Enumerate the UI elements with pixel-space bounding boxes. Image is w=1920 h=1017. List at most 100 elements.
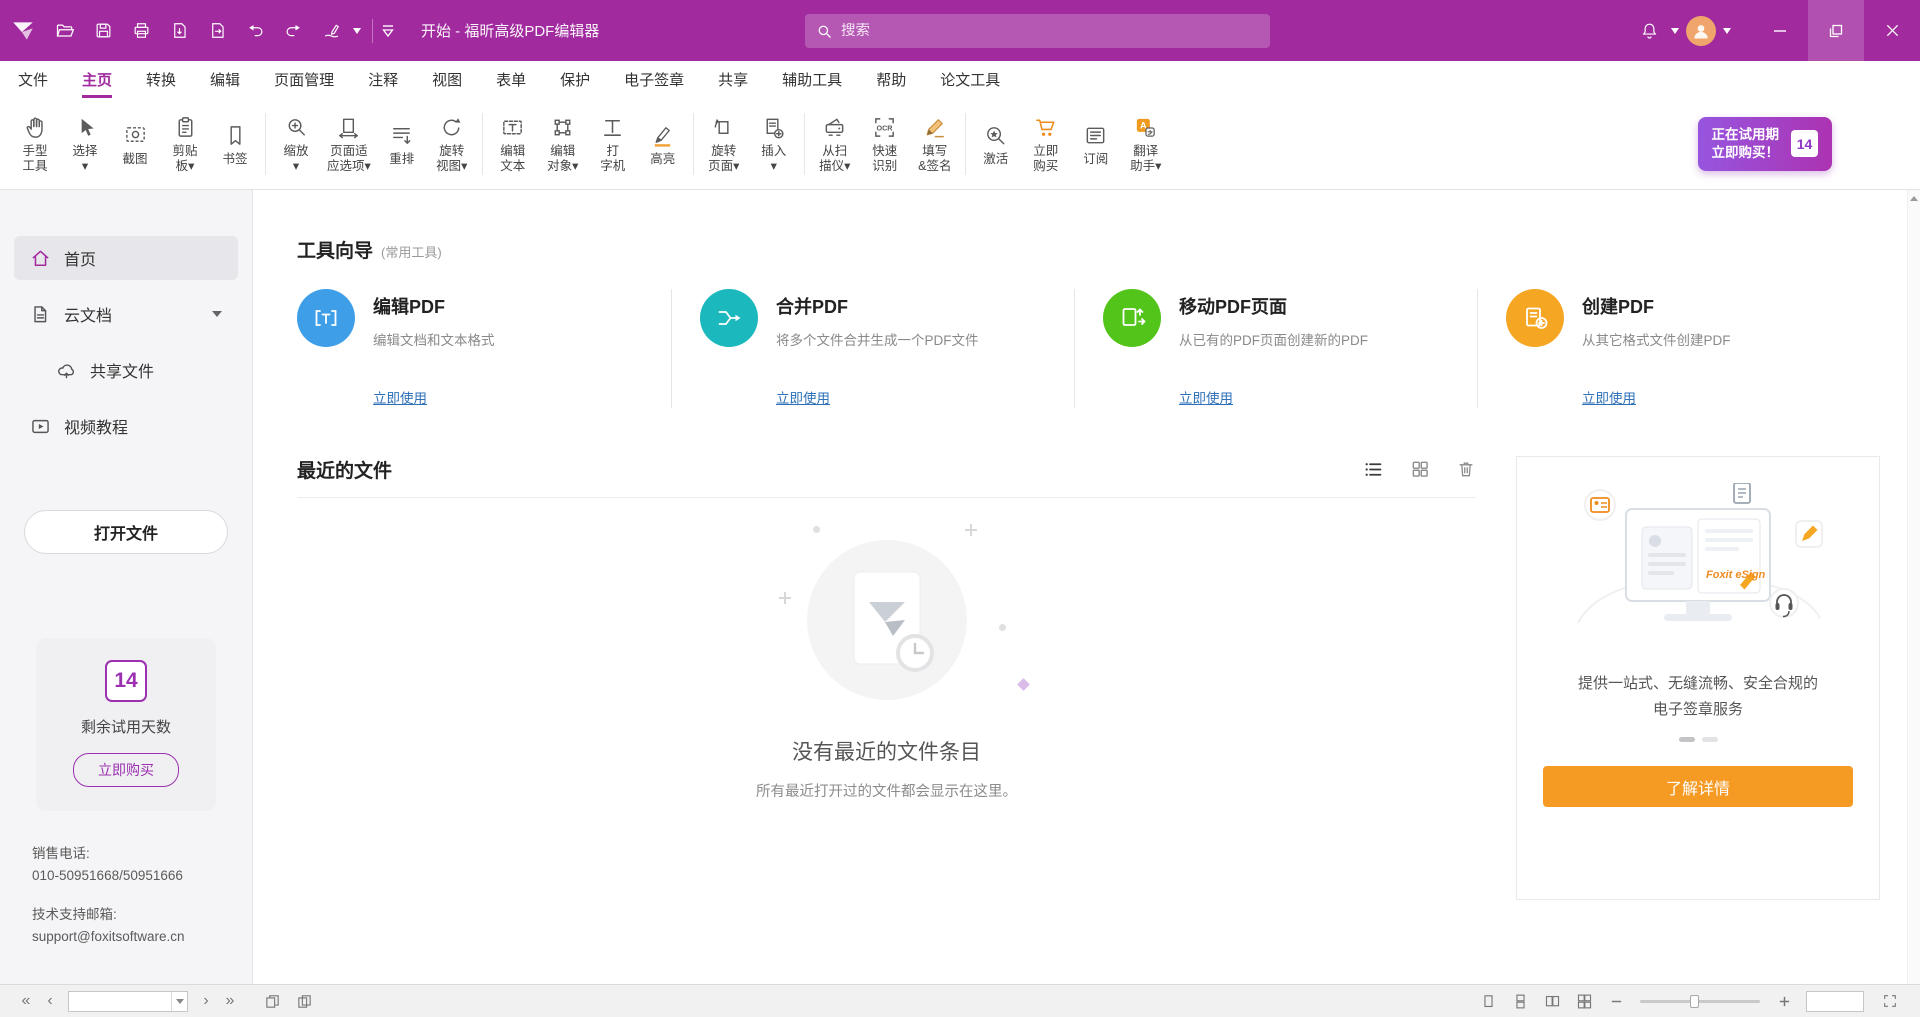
continuous-view-icon[interactable]: [1507, 989, 1533, 1013]
carousel-dot-active[interactable]: [1679, 737, 1695, 742]
notifications-bell-icon[interactable]: [1630, 9, 1668, 53]
use-now-link[interactable]: 立即使用: [1179, 387, 1233, 407]
print-icon[interactable]: [122, 9, 160, 53]
ribbon-edit-text-button[interactable]: 编辑 文本: [488, 108, 538, 179]
use-now-link[interactable]: 立即使用: [373, 387, 427, 407]
ribbon-highlight-button[interactable]: 高亮: [638, 116, 688, 172]
ribbon-scanner-button[interactable]: 从扫 描仪▾: [810, 108, 860, 179]
search-input[interactable]: [841, 23, 1258, 39]
open-file-button[interactable]: 打开文件: [24, 510, 228, 554]
fullscreen-button[interactable]: [1877, 989, 1903, 1013]
zoom-slider-thumb[interactable]: [1690, 995, 1699, 1008]
scroll-up-arrow-icon[interactable]: [1908, 190, 1920, 206]
create-from-file-icon[interactable]: [198, 9, 236, 53]
zoom-in-button[interactable]: [1771, 989, 1797, 1013]
search-bar[interactable]: [805, 14, 1270, 48]
menu-form[interactable]: 表单: [496, 61, 526, 98]
menu-paper-tools[interactable]: 论文工具: [940, 61, 1000, 98]
duplicate-view-icon[interactable]: [259, 989, 285, 1013]
copy-view-icon[interactable]: [291, 989, 317, 1013]
facing-continuous-view-icon[interactable]: [1571, 989, 1597, 1013]
ribbon-edit-object-button[interactable]: 编辑 对象▾: [538, 108, 588, 179]
last-page-button[interactable]: »: [218, 989, 242, 1013]
ribbon-translate-button[interactable]: A 翻译 助手▾: [1121, 108, 1171, 179]
minimize-button[interactable]: [1752, 0, 1808, 61]
ribbon-rotate-pages-button[interactable]: 旋转 页面▾: [699, 108, 749, 179]
menu-accessibility[interactable]: 辅助工具: [782, 61, 842, 98]
zoom-out-button[interactable]: [1603, 989, 1629, 1013]
buy-now-button[interactable]: 立即购买: [73, 753, 179, 787]
ribbon-zoom-button[interactable]: 缩放 ▾: [271, 108, 321, 179]
trial-purchase-badge[interactable]: 正在试用期 立即购买！ 14: [1698, 117, 1833, 171]
carousel-dot[interactable]: [1702, 737, 1718, 742]
ribbon-snapshot-button[interactable]: 截图: [110, 116, 160, 172]
zoom-percent-input[interactable]: [1807, 992, 1863, 1011]
menu-protect[interactable]: 保护: [560, 61, 590, 98]
sidebar-item-home[interactable]: 首页: [14, 236, 238, 280]
save-icon[interactable]: [84, 9, 122, 53]
cloud-docs-caret-icon[interactable]: [212, 311, 222, 317]
ribbon-subscribe-button[interactable]: 订阅: [1071, 116, 1121, 172]
ribbon-typewriter-button[interactable]: 打 字机: [588, 108, 638, 179]
grid-view-button[interactable]: [1410, 459, 1430, 479]
ribbon-hand-tool-button[interactable]: 手型 工具: [10, 108, 60, 179]
open-file-icon[interactable]: [46, 9, 84, 53]
close-button[interactable]: [1864, 0, 1920, 61]
next-page-button[interactable]: ›: [194, 989, 218, 1013]
menu-view[interactable]: 视图: [432, 61, 462, 98]
menu-comment[interactable]: 注释: [368, 61, 398, 98]
ribbon-fit-options-button[interactable]: 页面适 应选项▾: [321, 108, 377, 179]
support-email-link[interactable]: support@foxitsoftware.cn: [32, 926, 252, 948]
page-number-input[interactable]: [69, 994, 171, 1008]
ribbon-reflow-button[interactable]: 重排: [377, 116, 427, 172]
page-dropdown-caret-icon[interactable]: [171, 992, 187, 1011]
notifications-caret-icon[interactable]: [1668, 9, 1682, 53]
zoom-percent-box[interactable]: [1806, 991, 1864, 1012]
redo-icon[interactable]: [274, 9, 312, 53]
clear-recent-trash-button[interactable]: [1456, 459, 1476, 479]
sidebar-item-label: 视频教程: [64, 414, 128, 438]
list-view-button[interactable]: [1363, 459, 1384, 480]
ribbon-ocr-button[interactable]: OCR 快速 识别: [860, 108, 910, 179]
use-now-link[interactable]: 立即使用: [776, 387, 830, 407]
menu-home[interactable]: 主页: [82, 61, 112, 98]
esign-quick-icon[interactable]: [312, 9, 350, 53]
menu-share[interactable]: 共享: [718, 61, 748, 98]
sidebar-item-shared-files[interactable]: 共享文件: [14, 348, 238, 392]
restore-window-button[interactable]: [1808, 0, 1864, 61]
first-page-button[interactable]: «: [14, 989, 38, 1013]
menu-page-organize[interactable]: 页面管理: [274, 61, 334, 98]
ribbon-fill-sign-button[interactable]: 填写 &签名: [910, 108, 960, 179]
single-page-view-icon[interactable]: [1475, 989, 1501, 1013]
ribbon-bookmark-button[interactable]: 书签: [210, 116, 260, 172]
sidebar-item-video-tutorials[interactable]: 视频教程: [14, 404, 238, 448]
prev-page-button[interactable]: ‹: [38, 989, 62, 1013]
zoom-slider[interactable]: [1640, 1000, 1760, 1003]
account-caret-icon[interactable]: [1720, 9, 1734, 53]
cloud-doc-icon: [30, 304, 51, 325]
ribbon-select-button[interactable]: 选择 ▾: [60, 108, 110, 179]
menu-convert[interactable]: 转换: [146, 61, 176, 98]
ribbon-buy-now-button[interactable]: 立即 购买: [1021, 108, 1071, 179]
facing-pages-view-icon[interactable]: [1539, 989, 1565, 1013]
ribbon-insert-pages-button[interactable]: 插入 ▾: [749, 108, 799, 179]
undo-icon[interactable]: [236, 9, 274, 53]
menu-esign[interactable]: 电子签章: [624, 61, 684, 98]
menu-file[interactable]: 文件: [18, 61, 48, 98]
sidebar-item-cloud-docs[interactable]: 云文档: [14, 292, 238, 336]
page-number-box[interactable]: [68, 991, 188, 1012]
export-doc-icon[interactable]: [160, 9, 198, 53]
menu-edit[interactable]: 编辑: [210, 61, 240, 98]
trial-badge-line1: 正在试用期: [1712, 126, 1780, 144]
ribbon-clipboard-button[interactable]: 剪贴 板▾: [160, 108, 210, 179]
customize-toolbar-icon[interactable]: [381, 9, 395, 53]
ribbon-activate-button[interactable]: 激活: [971, 116, 1021, 172]
learn-more-button[interactable]: 了解详情: [1543, 766, 1853, 807]
content-scrollbar[interactable]: [1907, 190, 1920, 984]
menu-help[interactable]: 帮助: [876, 61, 906, 98]
ribbon-rotate-view-button[interactable]: 旋转 视图▾: [427, 108, 477, 179]
esign-dropdown-caret-icon[interactable]: [350, 9, 364, 53]
avatar[interactable]: [1682, 9, 1720, 53]
use-now-link[interactable]: 立即使用: [1582, 387, 1636, 407]
ribbon-button-label: 订阅: [1083, 152, 1108, 167]
